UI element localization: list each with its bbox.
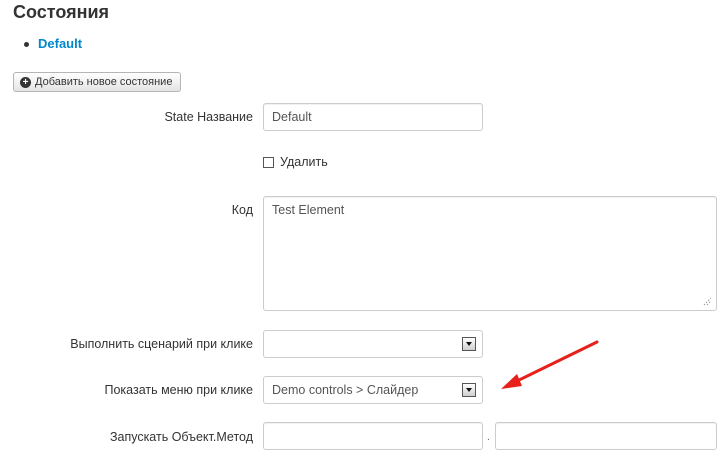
state-name-label: State Название (164, 110, 253, 124)
section-title: Состояния (13, 2, 110, 22)
add-state-label: Добавить новое состояние (35, 76, 173, 88)
menu-select-value: Demo controls > Слайдер (272, 383, 419, 397)
method-separator: . (487, 432, 490, 443)
bullet-icon (24, 42, 29, 47)
dropdown-arrow-icon[interactable] (462, 383, 476, 397)
menu-select[interactable]: Demo controls > Слайдер (263, 376, 483, 404)
state-editor: Состояния Default + Добавить новое состо… (0, 0, 727, 460)
script-select[interactable] (263, 330, 483, 358)
list-item: Default (24, 36, 82, 51)
dropdown-arrow-icon[interactable] (462, 337, 476, 351)
script-label: Выполнить сценарий при клике (70, 337, 253, 351)
states-list: Default (24, 36, 82, 51)
delete-checkbox[interactable] (263, 156, 274, 168)
plus-circle-icon: + (20, 76, 31, 88)
code-label: Код (231, 203, 253, 217)
delete-label: Удалить (280, 155, 328, 169)
delete-checkbox-row: Удалить (263, 155, 328, 169)
annotation-arrow-icon (501, 340, 599, 389)
add-state-button[interactable]: + Добавить новое состояние (13, 72, 182, 92)
method-label: Запускать Объект.Метод (109, 430, 253, 444)
method-input[interactable] (495, 422, 717, 450)
state-name-input[interactable] (263, 103, 483, 131)
object-input[interactable] (263, 422, 483, 450)
menu-label: Показать меню при клике (104, 383, 253, 397)
resize-grip-icon[interactable] (702, 296, 712, 306)
state-link-default[interactable]: Default (38, 36, 82, 51)
code-textarea[interactable]: Test Element (263, 196, 717, 311)
